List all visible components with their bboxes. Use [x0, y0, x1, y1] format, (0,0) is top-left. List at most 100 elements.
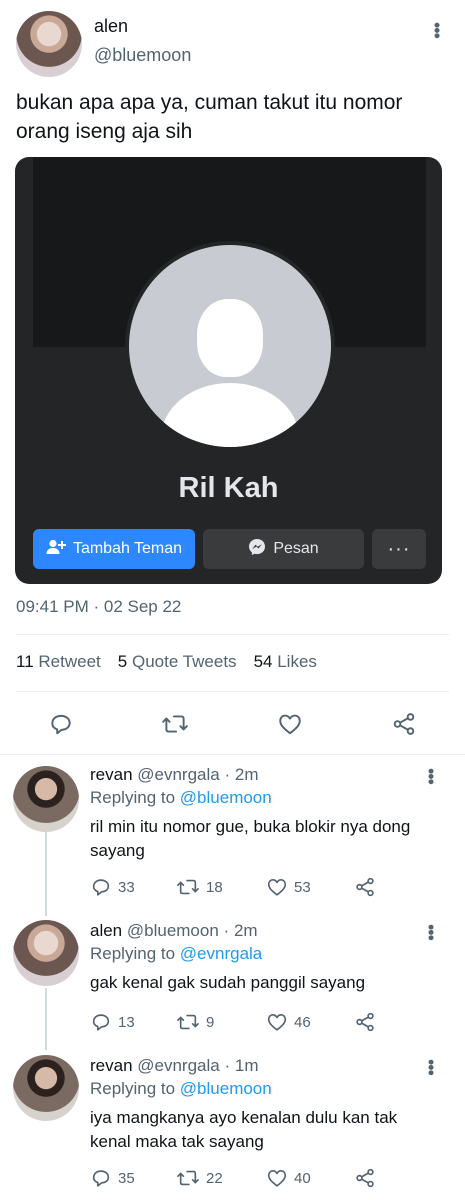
reply-text: ril min itu nomor gue, buka blokir nya d… [90, 817, 411, 860]
reply-avatar[interactable] [13, 766, 79, 832]
reply-author-name[interactable]: alen [90, 921, 122, 940]
message-button: Pesan [203, 529, 364, 569]
likes-count: 54 [253, 652, 273, 671]
tweet-media-image[interactable]: Ril Kah Tambah Teman Pesan ··· [15, 157, 442, 584]
reply-button[interactable]: 13 [90, 1011, 135, 1033]
reply-button[interactable]: 33 [90, 876, 135, 898]
retweet-button[interactable]: 22 [176, 1167, 223, 1189]
retweet-count: 9 [206, 1013, 215, 1031]
share-button[interactable] [354, 1011, 376, 1033]
tweet-action-bar [0, 706, 465, 742]
reply-author-name[interactable]: revan [90, 765, 133, 784]
share-icon [356, 1012, 374, 1032]
share-icon [393, 713, 415, 735]
reply-icon [51, 714, 71, 735]
share-button[interactable] [354, 876, 376, 898]
reply-tweet[interactable]: revan @evnrgala · 2m ••• Replying to @bl… [0, 762, 465, 912]
add-friend-label: Tambah Teman [72, 540, 183, 557]
replying-mention[interactable]: @bluemoon [180, 1079, 272, 1098]
author-name[interactable]: alen [94, 16, 128, 37]
reply-button[interactable]: 35 [90, 1167, 135, 1189]
reply-author-name[interactable]: revan [90, 1056, 133, 1075]
reply-author-handle[interactable]: @evnrgala [137, 765, 219, 784]
retweet-button[interactable]: 9 [176, 1011, 214, 1033]
silhouette-head [197, 299, 263, 377]
more-options-icon[interactable]: ••• [427, 22, 447, 38]
like-icon [267, 879, 287, 896]
reply-button[interactable] [43, 706, 79, 742]
retweet-button[interactable] [157, 706, 193, 742]
retweet-button[interactable]: 18 [176, 876, 223, 898]
replying-mention[interactable]: @evnrgala [180, 944, 262, 963]
replying-to: Replying to @bluemoon [90, 1079, 272, 1099]
divider [0, 754, 465, 755]
reply-time[interactable]: 1m [235, 1056, 259, 1075]
like-button[interactable]: 46 [266, 1011, 311, 1033]
likes-label: Likes [277, 652, 317, 671]
reply-author-handle[interactable]: @bluemoon [127, 921, 219, 940]
more-options-icon[interactable]: ••• [421, 768, 441, 784]
like-button[interactable]: 40 [266, 1167, 311, 1189]
retweet-icon [162, 715, 188, 733]
divider [16, 634, 449, 635]
tweet-text: bukan apa apa ya, cuman takut itu nomor … [16, 91, 403, 143]
reply-count: 13 [118, 1013, 135, 1031]
replying-mention[interactable]: @bluemoon [180, 788, 272, 807]
reply-time[interactable]: 2m [234, 921, 258, 940]
reply-icon [92, 1014, 110, 1031]
retweet-count: 11 [16, 652, 34, 671]
retweet-icon [177, 1014, 199, 1030]
like-count: 40 [294, 1169, 311, 1187]
retweet-icon [177, 879, 199, 895]
share-button[interactable] [386, 706, 422, 742]
retweet-count: 22 [206, 1169, 223, 1187]
tweet-timestamp[interactable]: 09:41 PM · 02 Sep 22 [16, 597, 181, 617]
default-profile-picture [129, 245, 331, 447]
like-button[interactable]: 53 [266, 876, 311, 898]
like-icon [267, 1014, 287, 1031]
more-options-icon[interactable]: ••• [421, 1059, 441, 1075]
share-icon [356, 877, 374, 897]
retweet-icon [177, 1170, 199, 1186]
reply-count: 33 [118, 878, 135, 896]
more-options-icon[interactable]: ••• [421, 924, 441, 940]
reply-text: iya mangkanya ayo kenalan dulu kan tak k… [90, 1108, 398, 1151]
reply-header: alen @bluemoon · 2m [90, 921, 258, 941]
reply-text: gak kenal gak sudah panggil sayang [90, 973, 366, 992]
likes-stat[interactable]: 54 Likes [254, 652, 317, 672]
replying-prefix: Replying to [90, 944, 176, 963]
divider [16, 691, 449, 692]
reply-avatar[interactable] [13, 1055, 79, 1121]
tweet-stats: 11 Retweet 5 Quote Tweets 54 Likes [16, 652, 317, 672]
reply-header: revan @evnrgala · 2m [90, 765, 259, 785]
author-handle[interactable]: @bluemoon [94, 45, 191, 66]
dot-separator: · [224, 765, 231, 784]
reply-tweet[interactable]: revan @evnrgala · 1m ••• Replying to @bl… [0, 1053, 465, 1200]
replying-to: Replying to @evnrgala [90, 944, 262, 964]
share-button[interactable] [354, 1167, 376, 1189]
silhouette-body [161, 383, 299, 447]
like-button[interactable] [272, 706, 308, 742]
reply-action-bar: 35 22 40 [90, 1167, 390, 1189]
reply-avatar[interactable] [13, 920, 79, 986]
like-icon [279, 714, 301, 735]
retweet-stat[interactable]: 11 Retweet [16, 652, 101, 672]
dot-separator: · [224, 1056, 231, 1075]
reply-icon [92, 1170, 110, 1187]
more-label: ··· [387, 537, 411, 560]
reply-time[interactable]: 2m [235, 765, 259, 784]
reply-tweet[interactable]: alen @bluemoon · 2m ••• Replying to @evn… [0, 918, 465, 1042]
profile-more-button: ··· [372, 529, 426, 569]
quote-stat[interactable]: 5 Quote Tweets [118, 652, 237, 672]
replying-prefix: Replying to [90, 788, 176, 807]
reply-author-handle[interactable]: @evnrgala [137, 1056, 219, 1075]
messenger-icon [248, 538, 266, 561]
replying-to: Replying to @bluemoon [90, 788, 272, 808]
add-person-icon [46, 539, 66, 560]
author-avatar[interactable] [16, 11, 82, 77]
quote-count: 5 [117, 652, 128, 671]
like-count: 46 [294, 1013, 311, 1031]
reply-count: 35 [118, 1169, 135, 1187]
quote-label: Quote Tweets [131, 652, 237, 671]
reply-header: revan @evnrgala · 1m [90, 1056, 259, 1076]
